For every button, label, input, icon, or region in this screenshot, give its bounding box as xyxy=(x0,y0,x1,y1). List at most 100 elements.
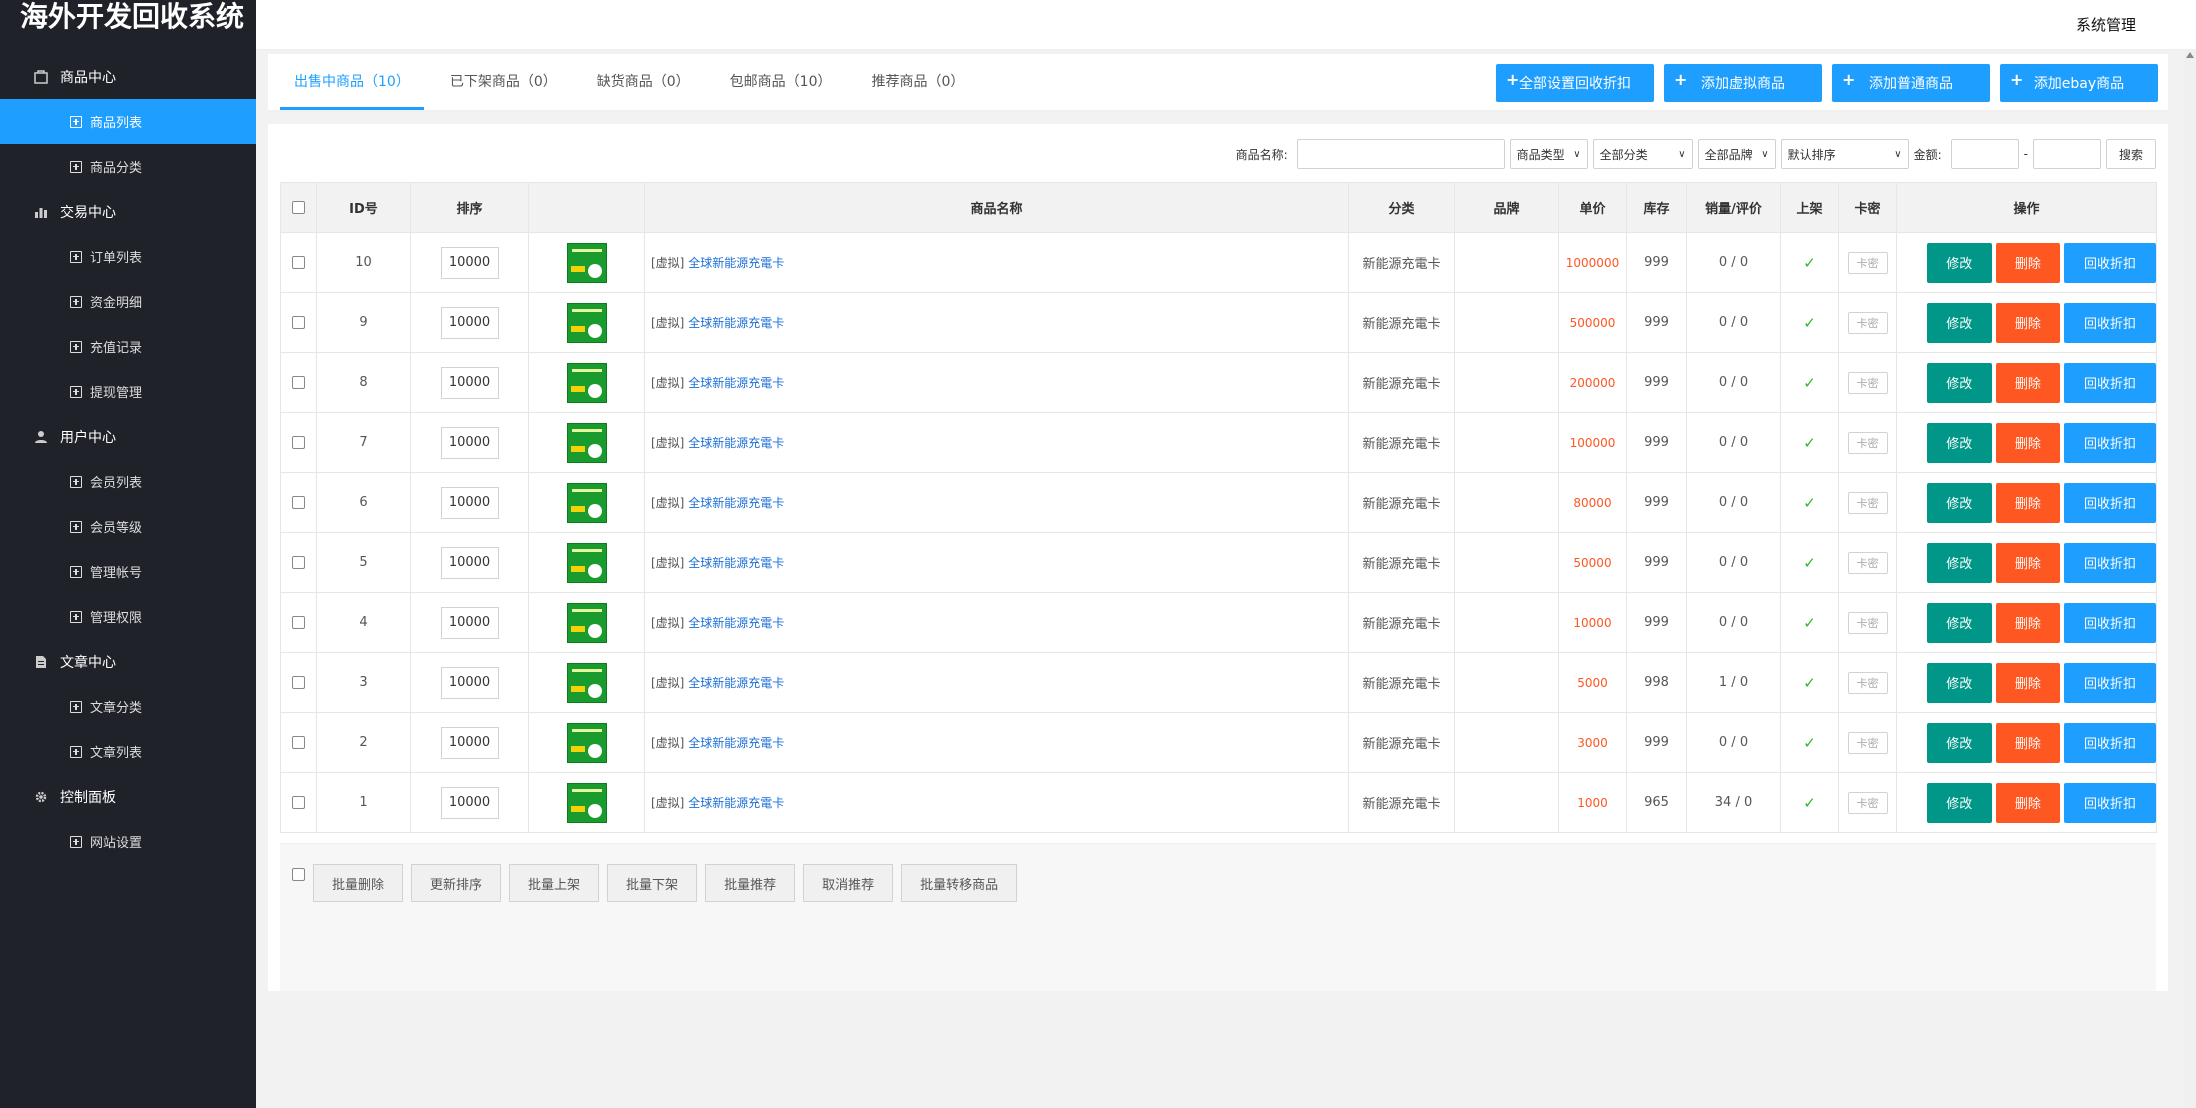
card-key-button[interactable]: 卡密 xyxy=(1847,311,1888,334)
listed-check-icon[interactable]: ✓ xyxy=(1803,254,1816,272)
product-name-link[interactable]: 全球新能源充電卡 xyxy=(688,736,784,750)
sidebar-item-1-2[interactable]: 充值记录 xyxy=(0,324,256,369)
product-thumbnail[interactable] xyxy=(566,722,607,763)
sort-input[interactable]: 10000 xyxy=(440,366,499,399)
sidebar-item-2-3[interactable]: 管理权限 xyxy=(0,594,256,639)
card-key-button[interactable]: 卡密 xyxy=(1847,551,1888,574)
system-menu[interactable]: 系统管理 xyxy=(2076,14,2136,35)
row-checkbox[interactable] xyxy=(292,616,305,629)
product-thumbnail[interactable] xyxy=(566,782,607,823)
bottom-select-all-checkbox[interactable] xyxy=(292,868,305,881)
listed-check-icon[interactable]: ✓ xyxy=(1803,794,1816,812)
sidebar-item-1-1[interactable]: 资金明细 xyxy=(0,279,256,324)
product-thumbnail[interactable] xyxy=(566,602,607,643)
sidebar-item-2-1[interactable]: 会员等级 xyxy=(0,504,256,549)
card-key-button[interactable]: 卡密 xyxy=(1847,371,1888,394)
amount-max-input[interactable] xyxy=(2033,139,2101,169)
batch-button-0[interactable]: 批量删除 xyxy=(313,864,404,902)
edit-button[interactable]: 修改 xyxy=(1927,782,1992,823)
sidebar-group-4[interactable]: 控制面板 xyxy=(0,774,256,819)
sidebar-item-3-1[interactable]: 文章列表 xyxy=(0,729,256,774)
product-thumbnail[interactable] xyxy=(566,362,607,403)
product-name-link[interactable]: 全球新能源充電卡 xyxy=(688,256,784,270)
recycle-discount-button[interactable]: 回收折扣 xyxy=(2064,542,2157,583)
sidebar-item-4-0[interactable]: 网站设置 xyxy=(0,819,256,864)
product-thumbnail[interactable] xyxy=(566,662,607,703)
sort-input[interactable]: 10000 xyxy=(440,426,499,459)
listed-check-icon[interactable]: ✓ xyxy=(1803,554,1816,572)
product-thumbnail[interactable] xyxy=(566,482,607,523)
category-select[interactable]: 全部分类 ∨ xyxy=(1592,139,1693,169)
sort-input[interactable]: 10000 xyxy=(440,306,499,339)
row-checkbox[interactable] xyxy=(292,256,305,269)
sidebar-group-1[interactable]: 交易中心 xyxy=(0,189,256,234)
card-key-button[interactable]: 卡密 xyxy=(1847,791,1888,814)
edit-button[interactable]: 修改 xyxy=(1927,482,1992,523)
row-checkbox[interactable] xyxy=(292,376,305,389)
listed-check-icon[interactable]: ✓ xyxy=(1803,734,1816,752)
recycle-discount-button[interactable]: 回收折扣 xyxy=(2064,302,2157,343)
listed-check-icon[interactable]: ✓ xyxy=(1803,374,1816,392)
product-name-link[interactable]: 全球新能源充電卡 xyxy=(688,796,784,810)
batch-button-2[interactable]: 批量上架 xyxy=(509,864,600,902)
card-key-button[interactable]: 卡密 xyxy=(1847,611,1888,634)
sort-select[interactable]: 默认排序 ∨ xyxy=(1780,139,1909,169)
edit-button[interactable]: 修改 xyxy=(1927,422,1992,463)
tab-2[interactable]: 缺货商品（0） xyxy=(583,54,704,110)
row-checkbox[interactable] xyxy=(292,496,305,509)
recycle-discount-button[interactable]: 回收折扣 xyxy=(2064,722,2157,763)
delete-button[interactable]: 删除 xyxy=(1995,782,2061,823)
listed-check-icon[interactable]: ✓ xyxy=(1803,314,1816,332)
name-filter-input[interactable] xyxy=(1296,139,1505,169)
card-key-button[interactable]: 卡密 xyxy=(1847,251,1888,274)
tab-3[interactable]: 包邮商品（10） xyxy=(716,54,846,110)
edit-button[interactable]: 修改 xyxy=(1927,722,1992,763)
edit-button[interactable]: 修改 xyxy=(1927,602,1992,643)
brand-select[interactable]: 全部品牌 ∨ xyxy=(1697,139,1776,169)
row-checkbox[interactable] xyxy=(292,556,305,569)
product-name-link[interactable]: 全球新能源充電卡 xyxy=(688,616,784,630)
scrollbar[interactable] xyxy=(2184,50,2196,1108)
delete-button[interactable]: 删除 xyxy=(1995,542,2061,583)
product-name-link[interactable]: 全球新能源充電卡 xyxy=(688,496,784,510)
recycle-discount-button[interactable]: 回收折扣 xyxy=(2064,662,2157,703)
edit-button[interactable]: 修改 xyxy=(1927,542,1992,583)
delete-button[interactable]: 删除 xyxy=(1995,362,2061,403)
sort-input[interactable]: 10000 xyxy=(440,546,499,579)
product-name-link[interactable]: 全球新能源充電卡 xyxy=(688,376,784,390)
tab-4[interactable]: 推荐商品（0） xyxy=(858,54,979,110)
sidebar-item-2-2[interactable]: 管理帐号 xyxy=(0,549,256,594)
sidebar-group-0[interactable]: 商品中心 xyxy=(0,54,256,99)
top-button-0[interactable]: + 全部设置回收折扣 xyxy=(1496,64,1654,102)
sort-input[interactable]: 10000 xyxy=(440,486,499,519)
delete-button[interactable]: 删除 xyxy=(1995,422,2061,463)
select-all-checkbox[interactable] xyxy=(292,201,305,214)
listed-check-icon[interactable]: ✓ xyxy=(1803,494,1816,512)
top-button-1[interactable]: + 添加虚拟商品 xyxy=(1664,64,1822,102)
recycle-discount-button[interactable]: 回收折扣 xyxy=(2064,782,2157,823)
product-thumbnail[interactable] xyxy=(566,422,607,463)
tab-0[interactable]: 出售中商品（10） xyxy=(280,54,424,110)
product-name-link[interactable]: 全球新能源充電卡 xyxy=(688,436,784,450)
delete-button[interactable]: 删除 xyxy=(1995,302,2061,343)
delete-button[interactable]: 删除 xyxy=(1995,662,2061,703)
sort-input[interactable]: 10000 xyxy=(440,786,499,819)
row-checkbox[interactable] xyxy=(292,316,305,329)
row-checkbox[interactable] xyxy=(292,736,305,749)
product-name-link[interactable]: 全球新能源充電卡 xyxy=(688,316,784,330)
search-button[interactable]: 搜索 xyxy=(2106,139,2156,169)
sidebar-item-1-3[interactable]: 提现管理 xyxy=(0,369,256,414)
batch-button-6[interactable]: 批量转移商品 xyxy=(901,864,1018,902)
sidebar-item-2-0[interactable]: 会员列表 xyxy=(0,459,256,504)
sidebar-item-1-0[interactable]: 订单列表 xyxy=(0,234,256,279)
product-name-link[interactable]: 全球新能源充電卡 xyxy=(688,556,784,570)
recycle-discount-button[interactable]: 回收折扣 xyxy=(2064,602,2157,643)
recycle-discount-button[interactable]: 回收折扣 xyxy=(2064,362,2157,403)
product-thumbnail[interactable] xyxy=(566,542,607,583)
top-button-2[interactable]: + 添加普通商品 xyxy=(1832,64,1990,102)
batch-button-1[interactable]: 更新排序 xyxy=(411,864,502,902)
recycle-discount-button[interactable]: 回收折扣 xyxy=(2064,422,2157,463)
card-key-button[interactable]: 卡密 xyxy=(1847,431,1888,454)
sidebar-item-0-0[interactable]: 商品列表 xyxy=(0,99,256,144)
delete-button[interactable]: 删除 xyxy=(1995,602,2061,643)
